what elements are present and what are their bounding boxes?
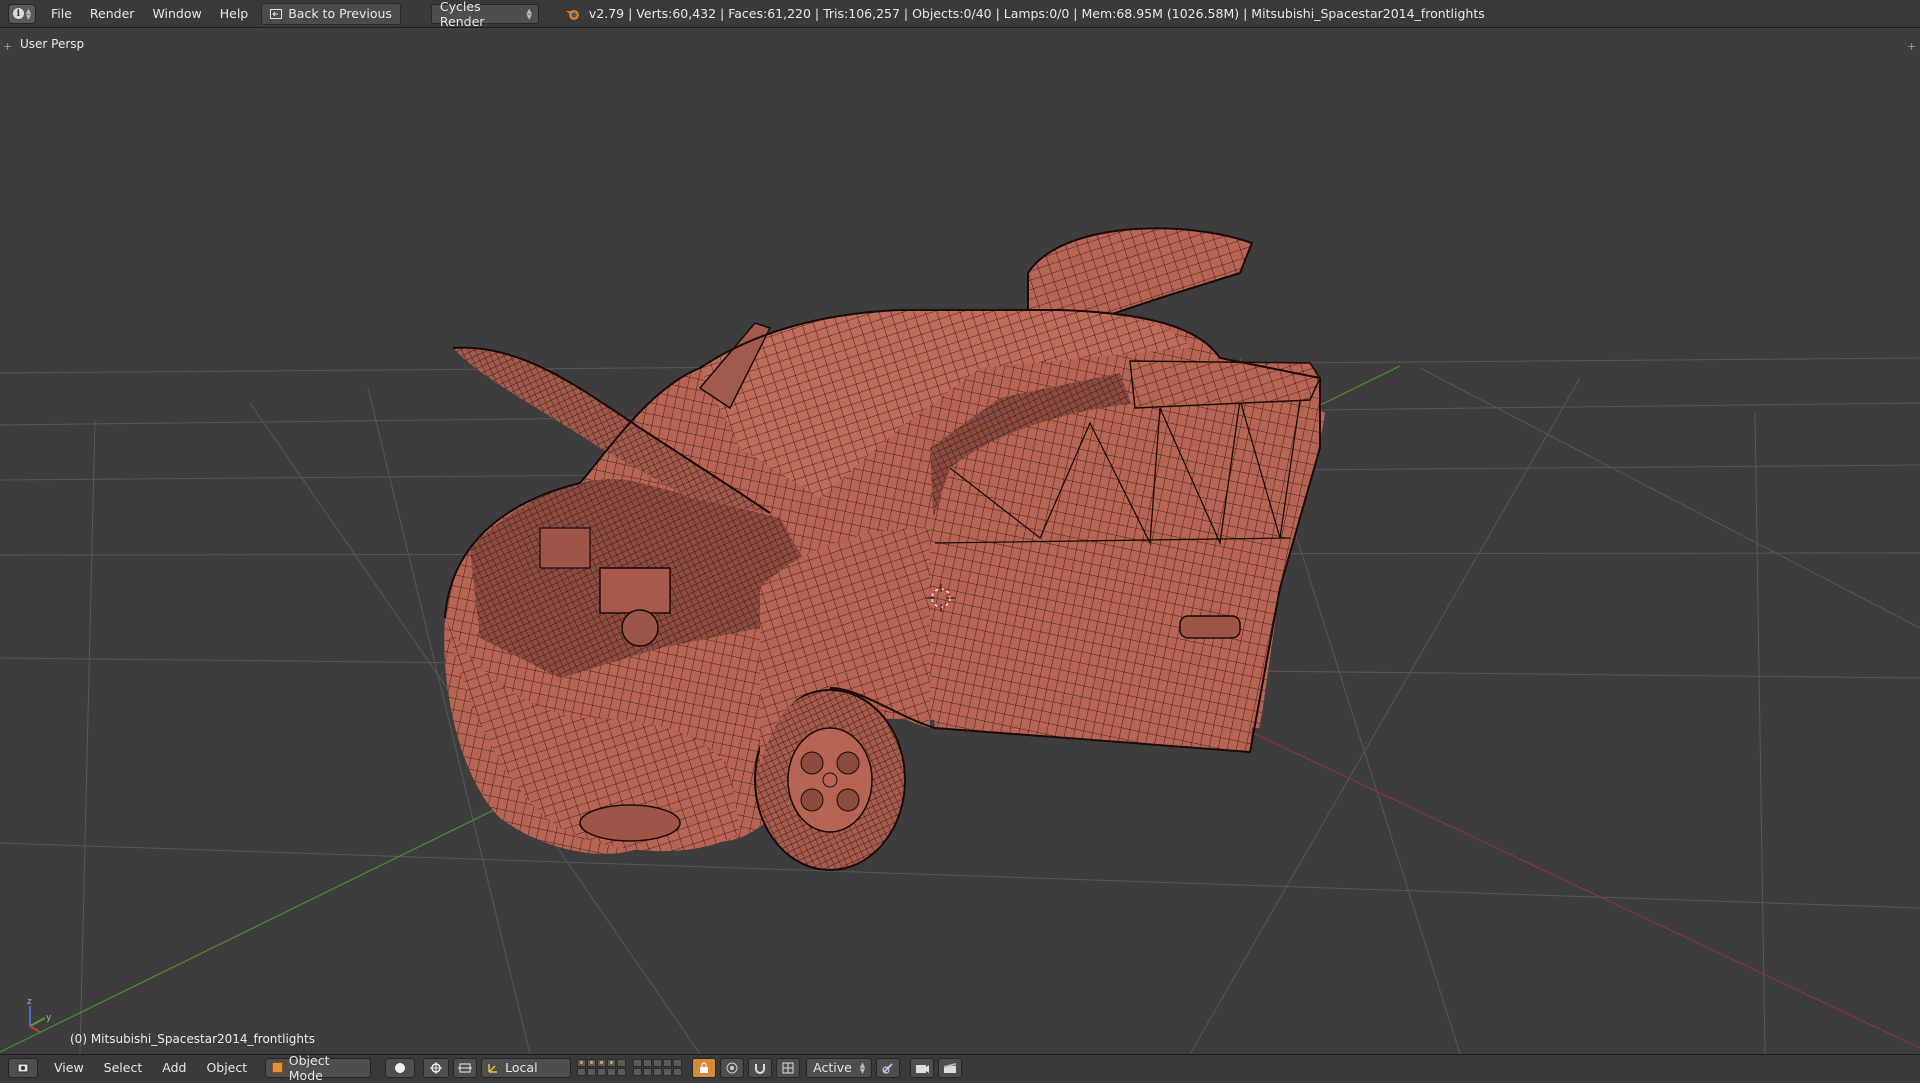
chevron-updown-icon: ▲ ▼ — [859, 1060, 866, 1075]
layer-button[interactable] — [597, 1068, 607, 1076]
magnet-icon — [755, 1063, 766, 1074]
layer-button[interactable] — [643, 1068, 653, 1076]
layer-button[interactable] — [577, 1059, 587, 1067]
blender-logo-icon — [565, 9, 579, 20]
layer-button[interactable] — [607, 1059, 617, 1067]
layer-button[interactable] — [587, 1068, 597, 1076]
3d-view-editor-icon — [17, 1063, 29, 1072]
lock-layers-toggle[interactable] — [692, 1057, 717, 1078]
snap-increment-icon — [782, 1062, 794, 1073]
menu-file[interactable]: File — [42, 6, 81, 21]
interaction-mode-value: Object Mode — [288, 1052, 330, 1083]
active-object-label: (0) Mitsubishi_Spacestar2014_frontlights — [70, 1032, 315, 1046]
interaction-mode-select[interactable]: Object Mode — [265, 1053, 372, 1083]
door-handle — [1179, 615, 1241, 639]
back-to-previous-button[interactable]: Back to Previous — [261, 2, 401, 25]
manipulator-toggle[interactable] — [453, 1057, 478, 1078]
3d-viewport[interactable]: z y User Persp (0) Mitsubishi_Spacestar2… — [0, 28, 1920, 1054]
back-to-previous-label: Back to Previous — [288, 6, 392, 21]
layer-button[interactable] — [653, 1059, 663, 1067]
gizmo-y-label: y — [46, 1013, 52, 1023]
lock-layer-icon — [700, 1062, 709, 1073]
layer-group-2[interactable] — [633, 1059, 683, 1076]
menu-render[interactable]: Render — [81, 6, 144, 21]
layer-button[interactable] — [643, 1059, 653, 1067]
snap-target-value: Active — [813, 1060, 852, 1075]
engine-block — [599, 567, 671, 614]
sphere-shading-icon — [395, 1062, 406, 1073]
menu-select[interactable]: Select — [94, 1060, 153, 1075]
render-engine-value: Cycles Render — [439, 0, 485, 29]
layer-button[interactable] — [587, 1059, 597, 1067]
render-animation-button[interactable] — [938, 1057, 963, 1078]
front-grille — [579, 804, 681, 842]
orientation-axes-icon — [488, 1063, 498, 1073]
viewport-shading-select[interactable] — [385, 1057, 416, 1078]
menu-view[interactable]: View — [44, 1060, 94, 1075]
pivot-icon — [430, 1061, 443, 1074]
info-icon: i — [12, 8, 24, 19]
layer-button[interactable] — [617, 1059, 627, 1067]
align-rotation-toggle[interactable] — [876, 1057, 901, 1078]
render-engine-select[interactable]: Cycles Render ▲ ▼ — [430, 0, 539, 29]
layer-button[interactable] — [653, 1068, 663, 1076]
layer-button[interactable] — [597, 1059, 607, 1067]
layer-button[interactable] — [673, 1068, 683, 1076]
info-header: i ▲ ▼ File Render Window Help Back to Pre… — [0, 0, 1920, 29]
car-model[interactable] — [444, 227, 1325, 871]
align-rotation-icon — [882, 1062, 893, 1073]
editor-type-selector[interactable]: i ▲ ▼ — [8, 3, 36, 24]
axis-gizmo: z y — [27, 997, 52, 1033]
layer-button[interactable] — [673, 1059, 683, 1067]
view-perspective-label: User Persp — [20, 37, 85, 51]
chevron-updown-icon: ▲ ▼ — [25, 6, 32, 21]
pivot-point-select[interactable] — [423, 1057, 450, 1078]
menu-window[interactable]: Window — [143, 6, 210, 21]
layer-group-1[interactable] — [577, 1059, 627, 1076]
layer-button[interactable] — [577, 1068, 587, 1076]
viewport-scene[interactable]: z y — [0, 28, 1920, 1054]
scene-statistics: v2.79 | Verts:60,432 | Faces:61,220 | Tr… — [588, 6, 1485, 21]
manipulator-icon — [458, 1063, 473, 1072]
scene-layers[interactable] — [577, 1059, 688, 1076]
gizmo-z-label: z — [27, 997, 32, 1007]
transform-orientation-select[interactable]: Local — [481, 1057, 572, 1078]
layer-button[interactable] — [633, 1068, 643, 1076]
layer-button[interactable] — [633, 1059, 643, 1067]
transform-orientation-value: Local — [505, 1060, 538, 1075]
layer-button[interactable] — [607, 1068, 617, 1076]
3d-view-header: View Select Add Object Object Mode Local — [0, 1053, 1920, 1083]
render-opengl-button[interactable] — [910, 1057, 935, 1078]
menu-add[interactable]: Add — [152, 1060, 196, 1075]
cube-icon — [272, 1062, 283, 1073]
clapperboard-icon — [944, 1062, 957, 1073]
camera-icon — [916, 1064, 930, 1073]
region-toggle-left-icon[interactable]: + — [3, 40, 12, 53]
snap-element-select[interactable] — [776, 1057, 801, 1078]
menu-help[interactable]: Help — [211, 6, 258, 21]
snap-target-select[interactable]: Active ▲ ▼ — [806, 1057, 873, 1078]
proportional-edit-toggle[interactable] — [720, 1057, 745, 1078]
snap-toggle[interactable] — [748, 1057, 773, 1078]
proportional-edit-icon — [726, 1062, 738, 1073]
layer-button[interactable] — [663, 1059, 673, 1067]
layer-button[interactable] — [663, 1068, 673, 1076]
editor-type-selector[interactable] — [8, 1057, 38, 1078]
menu-object[interactable]: Object — [196, 1060, 257, 1075]
back-icon — [270, 8, 283, 19]
region-toggle-right-icon[interactable]: + — [1907, 40, 1916, 53]
layer-button[interactable] — [617, 1068, 627, 1076]
chevron-updown-icon: ▲ ▼ — [526, 6, 532, 21]
